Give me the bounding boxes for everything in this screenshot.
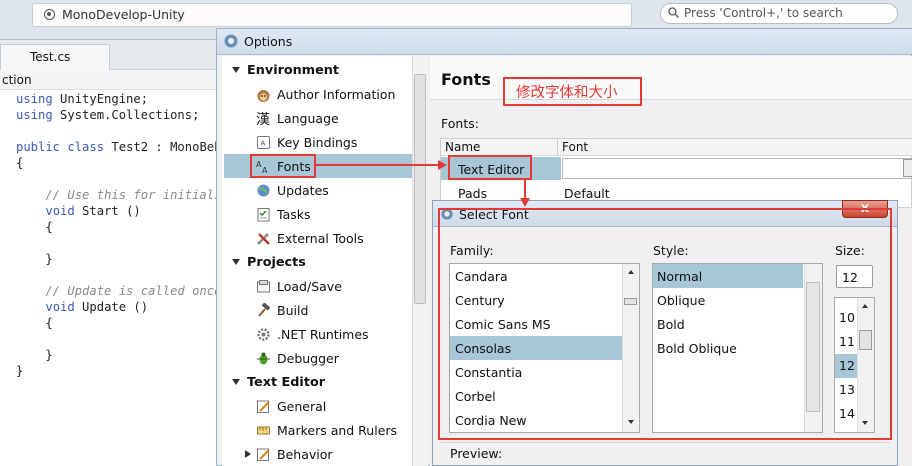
breadcrumb [0,70,230,90]
options-title: Options [244,34,293,49]
tree-category-environment[interactable]: Environment [247,63,339,78]
expand-arrow-icon[interactable] [232,67,240,73]
column-header-name[interactable]: Name [445,140,480,154]
font-value-field[interactable] [562,158,912,179]
general-edit-icon [257,400,270,413]
monodevelop-icon [224,34,238,48]
annotation-arrow-line [316,164,440,166]
annotation-arrow-head [438,160,447,170]
tree-item-author-information[interactable]: Author Information [277,87,395,102]
tree-item-language[interactable]: Language [277,111,339,126]
runtimes-gear-icon [257,328,270,341]
app-title: MonoDevelop-Unity [62,7,185,22]
key-bindings-icon: A [257,136,270,149]
markers-rulers-icon [257,426,270,435]
fonts-label: Fonts: [441,116,479,131]
updates-globe-icon [257,184,270,197]
tree-item-key-bindings[interactable]: Key Bindings [277,135,357,150]
expand-arrow-icon[interactable] [232,379,240,385]
tab-label: Test.cs [30,50,71,64]
tree-item-load-save[interactable]: Load/Save [277,279,342,294]
code-line: public class Test2 : MonoBehav [16,140,237,154]
annotation-box-fonts [250,154,316,178]
monodevelop-icon [44,9,55,20]
code-line: using System.Collections; [16,108,200,122]
external-tools-icon [257,233,270,245]
grid-header [441,139,912,156]
code-line: } [16,348,53,362]
column-divider[interactable] [557,139,558,156]
tree-item-markers-and-rulers[interactable]: Markers and Rulers [277,423,397,438]
options-titlebar[interactable] [217,29,912,55]
collapsed-arrow-icon[interactable] [245,450,251,458]
code-line: } [16,252,53,266]
tree-category-projects[interactable]: Projects [247,255,306,270]
code-line: } [16,364,24,378]
expand-arrow-icon[interactable] [232,259,240,265]
code-line: // Update is called once [16,284,222,298]
annotation-arrow-head [520,198,530,207]
grid-row-font[interactable]: Default [564,186,610,201]
annotation-arrow-line [524,180,526,200]
tree-item-updates[interactable]: Updates [277,183,329,198]
divider [440,442,890,443]
preview-label: Preview: [450,446,503,461]
annotation-text: 修改字体和大小 [516,85,618,101]
build-hammer-icon [258,303,271,317]
language-kanji-icon: 漢 [256,112,270,126]
search-placeholder: Press 'Control+,' to search [684,6,843,20]
code-line: { [16,316,53,330]
tree-category-text-editor[interactable]: Text Editor [247,375,325,390]
tasks-icon [257,208,270,222]
code-line: // Use this for initializ [16,188,229,202]
code-line: void Update () [45,300,149,314]
grid-row-name[interactable]: Pads [458,186,487,201]
author-monkey-icon [257,90,270,102]
code-line: using UnityEngine; [16,92,149,106]
debugger-bug-icon [257,352,270,365]
load-save-icon [257,280,270,293]
tree-item-general[interactable]: General [277,399,326,414]
code-line: { [16,156,24,170]
breadcrumb-text: ction [2,73,32,87]
column-header-font[interactable]: Font [562,140,588,154]
code-line: { [16,220,53,234]
tree-item-debugger[interactable]: Debugger [277,351,339,366]
tree-item-tasks[interactable]: Tasks [277,207,311,222]
tree-item-build[interactable]: Build [277,303,308,318]
tree-scroll-thumb[interactable] [414,74,426,304]
tree-item-external-tools[interactable]: External Tools [277,231,364,246]
tree-item-net-runtimes[interactable]: .NET Runtimes [277,327,369,342]
tree-item-behavior[interactable]: Behavior [277,447,333,462]
code-line: void Start () [45,204,141,218]
font-picker-button[interactable] [903,159,912,177]
svg-text:A: A [261,140,266,148]
behavior-edit-icon [257,448,270,461]
svg-text:漢: 漢 [256,112,270,126]
annotation-box-text-editor [448,155,532,180]
panel-title: Fonts [441,70,491,89]
search-icon [668,7,679,18]
annotation-box-select-font [438,208,892,440]
